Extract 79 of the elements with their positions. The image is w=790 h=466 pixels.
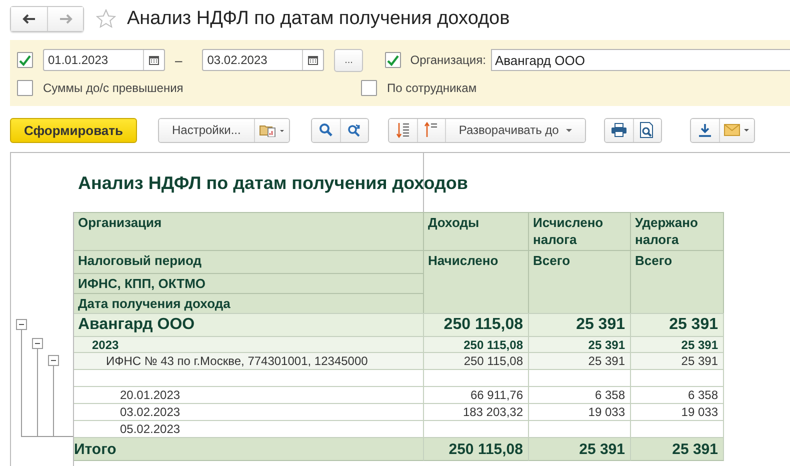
- organization-field[interactable]: Авангард ООО: [490, 49, 790, 71]
- checkbox[interactable]: [17, 80, 33, 96]
- table-cell: 25 391: [681, 354, 718, 368]
- collapse-all-button[interactable]: [416, 118, 445, 142]
- star-icon[interactable]: [96, 9, 116, 29]
- period-button[interactable]: ...: [334, 48, 364, 72]
- table-cell: 250 115,08: [464, 354, 523, 368]
- row-label: 05.02.2023: [120, 422, 180, 436]
- generate-button[interactable]: Сформировать: [10, 118, 137, 142]
- table-cell: 183 203,32: [462, 405, 523, 419]
- column-header: Дата получения дохода: [74, 293, 424, 313]
- column-header: ИФНС, КПП, ОКТМО: [74, 273, 424, 293]
- table-cell: 25 391: [576, 316, 625, 334]
- back-arrow-icon: [22, 14, 36, 24]
- expand-all-button[interactable]: [388, 118, 417, 142]
- folder-chart-icon: [258, 123, 285, 137]
- column-header: Удержано налога: [631, 212, 724, 250]
- search-refresh-icon: [347, 123, 362, 137]
- checkbox-label: По сотрудникам: [387, 81, 477, 95]
- page-search-icon: [640, 122, 654, 138]
- expand-to-dropdown[interactable]: Разворачивать до: [444, 118, 585, 142]
- save-button[interactable]: [690, 118, 719, 142]
- search-button[interactable]: [312, 118, 340, 142]
- column-header: Налоговый период: [74, 250, 424, 273]
- column-header: Организация: [74, 212, 424, 250]
- column-header: Всего: [631, 250, 724, 313]
- checkbox[interactable]: [385, 52, 402, 68]
- table-cell: 250 115,08: [464, 338, 523, 352]
- report-title: Анализ НДФЛ по датам получения доходов: [78, 173, 468, 195]
- column-header: Исчислено налога: [529, 212, 631, 250]
- table-cell: 25 391: [588, 354, 625, 368]
- calendar-icon[interactable]: [149, 55, 159, 65]
- column-header: Доходы: [424, 212, 529, 250]
- settings-button[interactable]: Настройки...: [159, 118, 254, 142]
- table-cell: 250 115,08: [448, 440, 523, 458]
- envelope-icon: [724, 124, 750, 136]
- sort-up-icon: [424, 122, 438, 138]
- table-cell: 25 391: [672, 440, 718, 458]
- collapse-toggle[interactable]: [32, 338, 43, 349]
- range-dash: –: [175, 52, 182, 68]
- date-field[interactable]: 01.01.2023: [43, 49, 165, 71]
- total-label: Итого: [74, 440, 116, 458]
- calendar-icon[interactable]: [308, 55, 318, 65]
- checkbox[interactable]: [17, 52, 33, 68]
- search-next-button[interactable]: [340, 118, 368, 142]
- table-cell: 6 358: [688, 388, 718, 402]
- collapse-toggle[interactable]: [16, 318, 27, 330]
- row-label: Авангард ООО: [78, 316, 195, 334]
- back-button[interactable]: [11, 7, 47, 31]
- row-label: 20.01.2023: [120, 388, 180, 402]
- print-button[interactable]: [604, 118, 633, 142]
- window-title: Анализ НДФЛ по датам получения доходов: [127, 8, 510, 30]
- row-label: 2023: [92, 338, 119, 352]
- download-icon: [698, 123, 712, 137]
- sort-down-icon: [396, 122, 410, 138]
- caret-icon: [566, 128, 572, 132]
- preview-button[interactable]: [632, 118, 661, 142]
- checkbox[interactable]: [361, 80, 377, 96]
- table-cell: 25 391: [579, 440, 625, 458]
- field-label: Организация:: [410, 53, 486, 67]
- table-cell: 25 391: [681, 338, 718, 352]
- collapse-toggle[interactable]: [48, 354, 59, 366]
- variant-dropdown-button[interactable]: [254, 118, 289, 142]
- checkbox-label: Суммы до/с превышения: [43, 81, 184, 95]
- search-icon: [318, 123, 333, 137]
- printer-icon: [610, 123, 627, 137]
- table-cell: 25 391: [588, 338, 625, 352]
- table-cell: 66 911,76: [470, 388, 523, 402]
- column-header: Всего: [529, 250, 631, 313]
- table-cell: 19 033: [588, 405, 625, 419]
- table-cell: 6 358: [594, 388, 625, 402]
- row-label: ИФНС № 43 по г.Москве, 774301001, 12345000: [106, 354, 368, 368]
- table-cell: 250 115,08: [444, 316, 523, 334]
- table-cell: 25 391: [669, 316, 718, 334]
- column-header: Начислено: [424, 250, 529, 313]
- forward-arrow-icon: [58, 14, 72, 24]
- table-cell: 19 033: [681, 405, 718, 419]
- date-field[interactable]: 03.02.2023: [202, 49, 324, 71]
- row-label: 03.02.2023: [120, 405, 180, 419]
